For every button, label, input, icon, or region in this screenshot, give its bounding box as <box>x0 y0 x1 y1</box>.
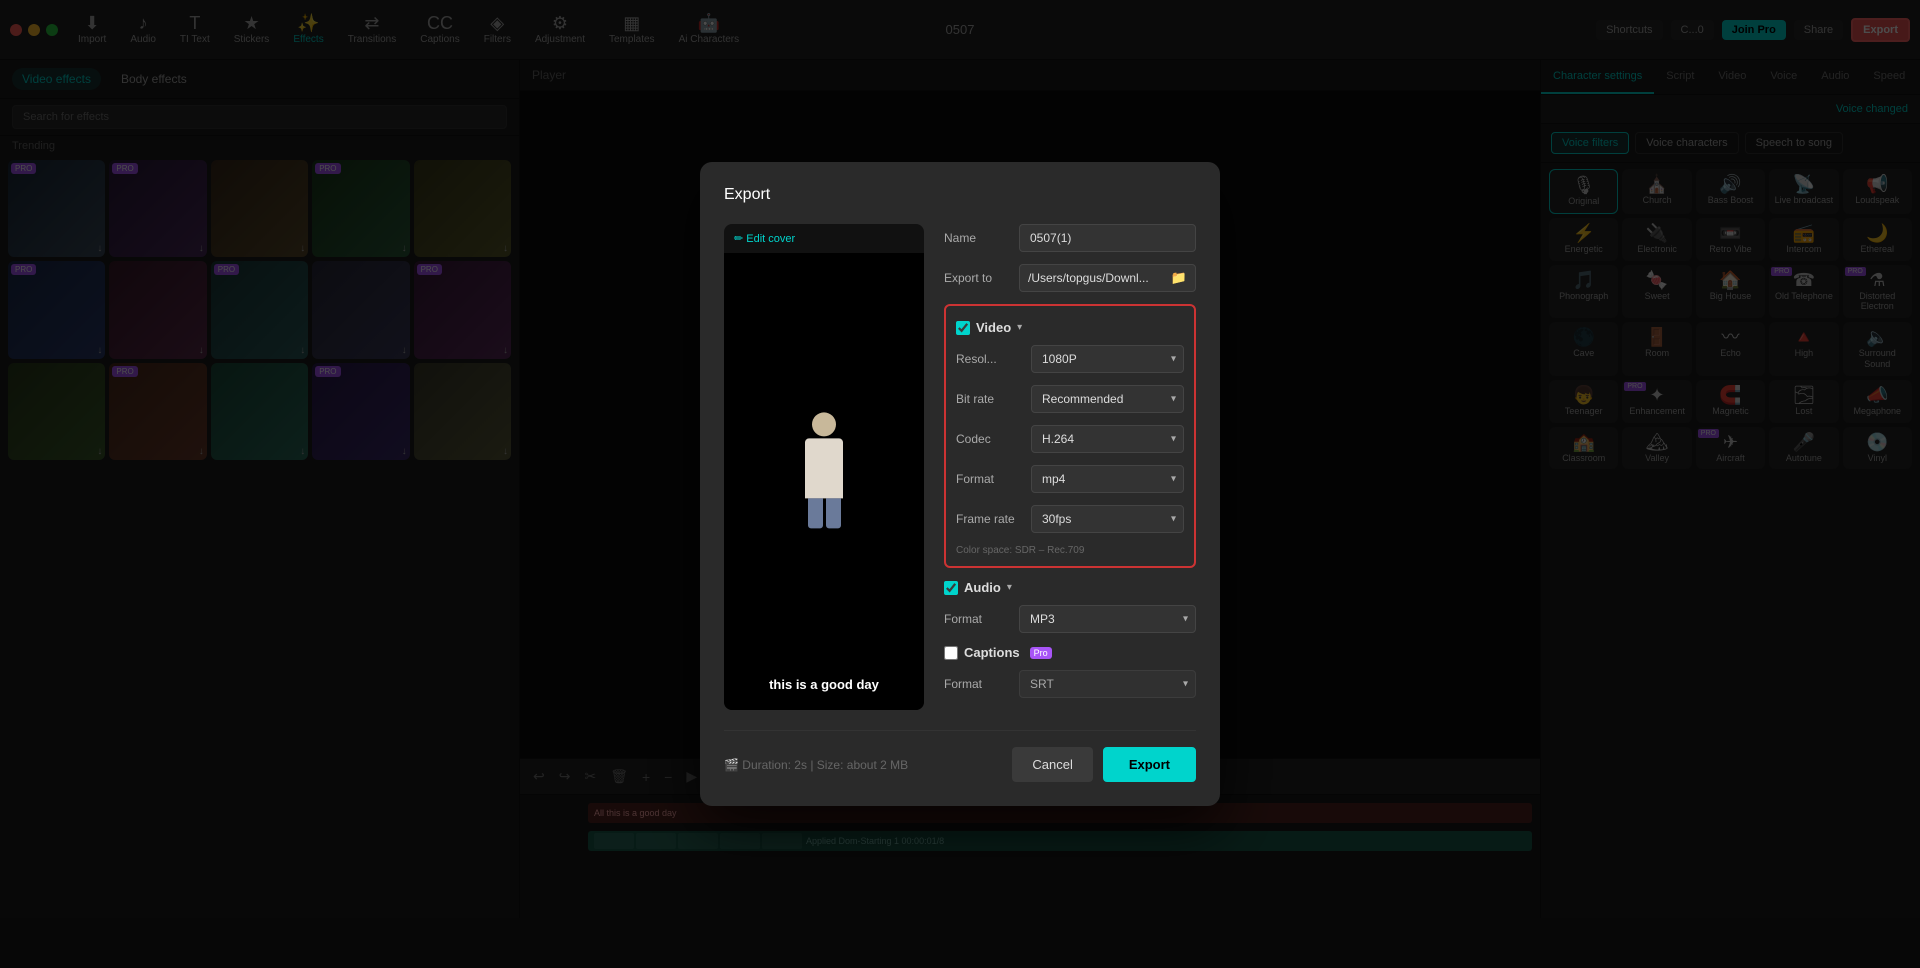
edit-cover-button[interactable]: ✏ Edit cover <box>724 224 924 253</box>
video-section-title: Video <box>976 320 1011 335</box>
audio-format-select-wrapper: MP3 AAC WAV <box>1019 605 1196 633</box>
captions-pro-badge: Pro <box>1030 647 1052 659</box>
color-space-note: Color space: SDR – Rec.709 <box>956 545 1184 556</box>
bitrate-select[interactable]: Low Recommended High <box>1031 385 1184 413</box>
modal-footer: 🎬 Duration: 2s | Size: about 2 MB Cancel… <box>724 730 1196 782</box>
audio-checkbox[interactable] <box>944 581 958 595</box>
modal-settings: Name Export to /Users/topgus/Downl... 📁 … <box>944 224 1196 710</box>
resolution-label: Resol... <box>956 352 1031 366</box>
captions-section-header: Captions Pro <box>944 645 1196 660</box>
captions-format-select[interactable]: SRT VTT ASS <box>1019 670 1196 698</box>
captions-checkbox[interactable] <box>944 646 958 660</box>
film-icon: 🎬 <box>724 758 742 772</box>
video-section: Video ▾ Resol... 720P 1080P 4K <box>944 304 1196 568</box>
codec-select[interactable]: H.264 H.265 ProRes <box>1031 425 1184 453</box>
bitrate-label: Bit rate <box>956 392 1031 406</box>
folder-icon: 📁 <box>1171 270 1187 286</box>
export-to-path[interactable]: /Users/topgus/Downl... 📁 <box>1019 264 1196 292</box>
framerate-label: Frame rate <box>956 512 1031 526</box>
export-to-label: Export to <box>944 271 1019 285</box>
video-checkbox[interactable] <box>956 321 970 335</box>
export-button[interactable]: Export <box>1103 747 1196 782</box>
format-label: Format <box>956 472 1031 486</box>
codec-select-wrapper: H.264 H.265 ProRes <box>1031 425 1184 453</box>
video-section-header: Video ▾ <box>956 320 1184 335</box>
bitrate-select-wrapper: Low Recommended High <box>1031 385 1184 413</box>
resolution-row: Resol... 720P 1080P 4K <box>956 345 1184 373</box>
audio-section-header: Audio ▾ <box>944 580 1196 595</box>
export-modal: Export ✏ Edit cover <box>700 162 1220 806</box>
framerate-select[interactable]: 24fps 30fps 60fps <box>1031 505 1184 533</box>
name-row: Name <box>944 224 1196 252</box>
footer-info: 🎬 Duration: 2s | Size: about 2 MB <box>724 758 908 772</box>
export-to-row: Export to /Users/topgus/Downl... 📁 <box>944 264 1196 292</box>
format-select[interactable]: mp4 mov avi <box>1031 465 1184 493</box>
modal-body: ✏ Edit cover this is a good day <box>724 224 1196 710</box>
name-input[interactable] <box>1019 224 1196 252</box>
captions-section: Captions Pro Format SRT VTT ASS <box>944 645 1196 698</box>
video-expand-icon: ▾ <box>1017 322 1022 333</box>
framerate-select-wrapper: 24fps 30fps 60fps <box>1031 505 1184 533</box>
audio-expand-icon: ▾ <box>1007 582 1012 593</box>
audio-format-select[interactable]: MP3 AAC WAV <box>1019 605 1196 633</box>
format-row: Format mp4 mov avi <box>956 465 1184 493</box>
codec-row: Codec H.264 H.265 ProRes <box>956 425 1184 453</box>
captions-format-row: Format SRT VTT ASS <box>944 670 1196 698</box>
footer-actions: Cancel Export <box>1012 747 1196 782</box>
modal-overlay: Export ✏ Edit cover <box>0 0 1920 968</box>
resolution-select-wrapper: 720P 1080P 4K <box>1031 345 1184 373</box>
format-select-wrapper: mp4 mov avi <box>1031 465 1184 493</box>
captions-format-label: Format <box>944 677 1019 691</box>
audio-format-label: Format <box>944 612 1019 626</box>
name-label: Name <box>944 231 1019 245</box>
audio-section: Audio ▾ Format MP3 AAC WAV <box>944 580 1196 633</box>
preview-text: this is a good day <box>769 677 879 692</box>
audio-format-row: Format MP3 AAC WAV <box>944 605 1196 633</box>
bitrate-row: Bit rate Low Recommended High <box>956 385 1184 413</box>
resolution-select[interactable]: 720P 1080P 4K <box>1031 345 1184 373</box>
audio-section-title: Audio <box>964 580 1001 595</box>
modal-title: Export <box>724 186 1196 204</box>
preview-image: this is a good day <box>724 253 924 710</box>
modal-preview: ✏ Edit cover this is a good day <box>724 224 924 710</box>
codec-label: Codec <box>956 432 1031 446</box>
captions-section-title: Captions <box>964 645 1020 660</box>
framerate-row: Frame rate 24fps 30fps 60fps <box>956 505 1184 533</box>
cancel-button[interactable]: Cancel <box>1012 747 1092 782</box>
captions-format-select-wrapper: SRT VTT ASS <box>1019 670 1196 698</box>
